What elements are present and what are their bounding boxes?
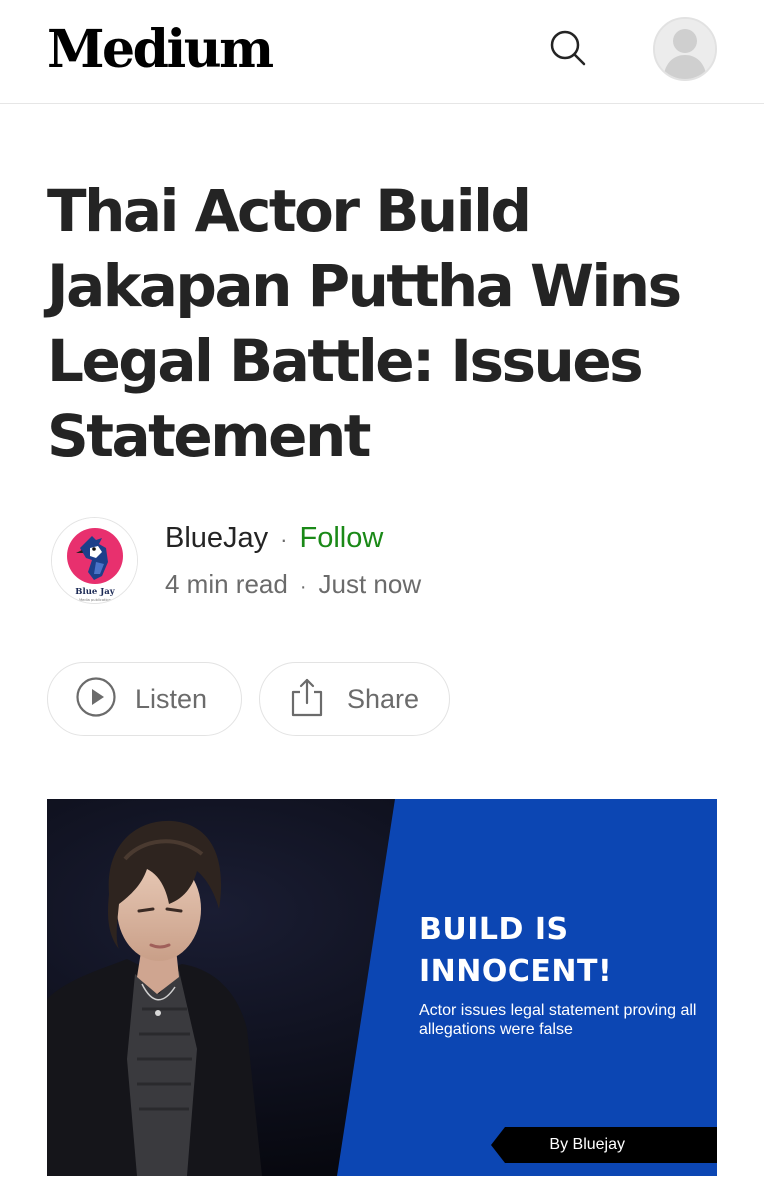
separator-dot: · [299,576,307,598]
hero-image: BUILD IS INNOCENT! Actor issues legal st… [47,799,717,1176]
listen-label: Listen [135,683,208,714]
hero-headline-line2: INNOCENT! [419,954,613,989]
hero-subtext: Actor issues legal statement proving all… [419,1002,697,1038]
hero-byline: By Bluejay [549,1136,625,1153]
share-button[interactable]: Share [259,662,450,736]
listen-button[interactable]: Listen [47,662,242,736]
share-icon [289,676,325,723]
search-button[interactable] [545,27,591,73]
follow-button[interactable]: Follow [300,522,384,554]
play-icon [75,676,117,723]
search-icon [547,27,589,74]
separator-dot: · [280,527,288,552]
hero-headline-line1: BUILD IS [419,912,569,947]
top-bar: Medium [0,0,764,104]
hero-headline: BUILD IS INNOCENT! [419,909,709,993]
author-line: BlueJay · Follow [165,519,383,559]
author-avatar-tagline: Media publication [79,598,111,602]
author-avatar[interactable]: Blue Jay Media publication [51,517,138,604]
article-meta: 4 min read · Just now [165,567,421,604]
author-avatar-caption: Blue Jay [75,587,115,597]
user-avatar-button[interactable] [653,17,717,81]
medium-logo[interactable]: Medium [47,20,274,80]
article-title: Thai Actor Build Jakapan Puttha Wins Leg… [47,177,682,470]
author-name[interactable]: BlueJay [165,522,268,554]
share-label: Share [347,683,420,714]
read-time: 4 min read [165,569,288,599]
bluejay-logo: Blue Jay Media publication [52,518,137,603]
published-time: Just now [318,569,422,599]
